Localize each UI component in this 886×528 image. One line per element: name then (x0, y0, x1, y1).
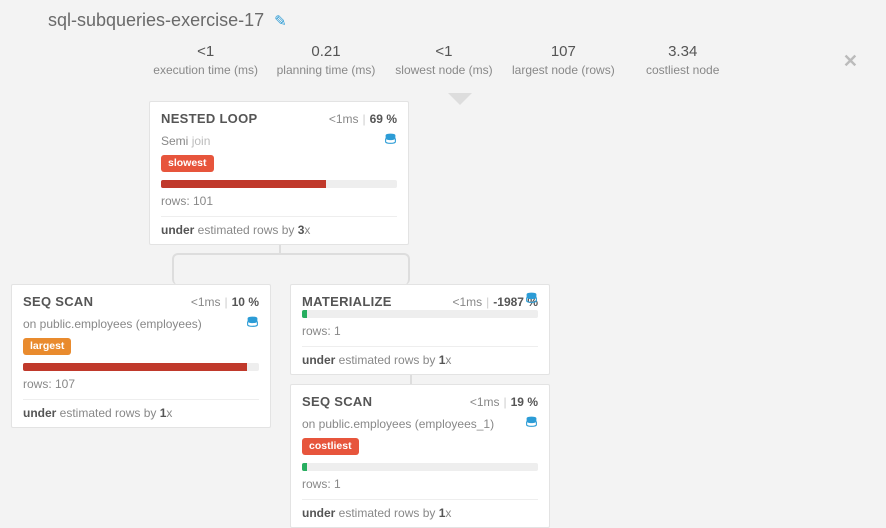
node-title: SEQ SCAN (23, 294, 93, 309)
node-subtitle: Semi join (161, 134, 210, 148)
database-icon (246, 315, 259, 332)
node-time: <1ms (470, 395, 500, 409)
node-time: <1ms (191, 295, 221, 309)
badge-largest: largest (23, 338, 71, 355)
estimation-line: under estimated rows by 1x (302, 346, 538, 367)
plan-canvas[interactable]: NESTED LOOP <1ms|69 % Semi join slowest … (0, 95, 886, 515)
stat-label: slowest node (ms) (394, 63, 494, 77)
stat-planning-time: 0.21 planning time (ms) (276, 43, 376, 77)
database-icon (525, 415, 538, 432)
node-time: <1ms (329, 112, 359, 126)
estimation-line: under estimated rows by 3x (161, 216, 397, 237)
node-pct: 19 (511, 395, 524, 409)
progress-bar (23, 363, 259, 371)
node-meta: <1ms|69 % (329, 112, 397, 126)
close-icon[interactable]: ✕ (843, 51, 858, 72)
stats-row: <1 execution time (ms) 0.21 planning tim… (0, 39, 886, 95)
node-meta: <1ms|19 % (470, 395, 538, 409)
stat-value: <1 (153, 43, 258, 60)
node-pct: -1987 (493, 295, 524, 309)
stat-label: costliest node (633, 63, 733, 77)
plan-node-materialize[interactable]: MATERIALIZE <1ms|-1987 % rows: 1 under e… (290, 284, 550, 375)
connector (172, 253, 410, 285)
database-icon (384, 132, 397, 149)
node-pct: 10 (232, 295, 245, 309)
stat-label: planning time (ms) (276, 63, 376, 77)
plan-node-nested-loop[interactable]: NESTED LOOP <1ms|69 % Semi join slowest … (149, 101, 409, 245)
database-icon (525, 291, 538, 308)
progress-bar (302, 463, 538, 471)
node-title: NESTED LOOP (161, 111, 257, 126)
stat-slowest-node: <1 slowest node (ms) (394, 43, 494, 77)
node-subtitle: on public.employees (employees) (23, 317, 202, 331)
badge-costliest: costliest (302, 438, 359, 455)
node-time: <1ms (452, 295, 482, 309)
node-pct: 69 (370, 112, 383, 126)
rows-label: rows: 107 (23, 377, 259, 391)
node-title: SEQ SCAN (302, 394, 372, 409)
page-title: sql-subqueries-exercise-17 (48, 10, 264, 31)
node-title: MATERIALIZE (302, 294, 392, 309)
edit-icon[interactable]: ✎ (274, 12, 287, 30)
stat-label: largest node (rows) (512, 63, 615, 77)
stat-value: 107 (512, 43, 615, 60)
progress-bar (161, 180, 397, 188)
rows-label: rows: 101 (161, 194, 397, 208)
estimation-line: under estimated rows by 1x (23, 399, 259, 420)
stat-costliest-node: 3.34 costliest node (633, 43, 733, 77)
plan-node-seq-scan-1[interactable]: SEQ SCAN <1ms|10 % on public.employees (… (11, 284, 271, 428)
stat-label: execution time (ms) (153, 63, 258, 77)
stat-value: 0.21 (276, 43, 376, 60)
badge-slowest: slowest (161, 155, 214, 172)
rows-label: rows: 1 (302, 477, 538, 491)
node-meta: <1ms|10 % (191, 295, 259, 309)
stat-largest-node: 107 largest node (rows) (512, 43, 615, 77)
stat-value: <1 (394, 43, 494, 60)
node-subtitle: on public.employees (employees_1) (302, 417, 494, 431)
plan-node-seq-scan-2[interactable]: SEQ SCAN <1ms|19 % on public.employees (… (290, 384, 550, 528)
progress-bar (302, 310, 538, 318)
stat-execution-time: <1 execution time (ms) (153, 43, 258, 77)
stat-value: 3.34 (633, 43, 733, 60)
rows-label: rows: 1 (302, 324, 538, 338)
